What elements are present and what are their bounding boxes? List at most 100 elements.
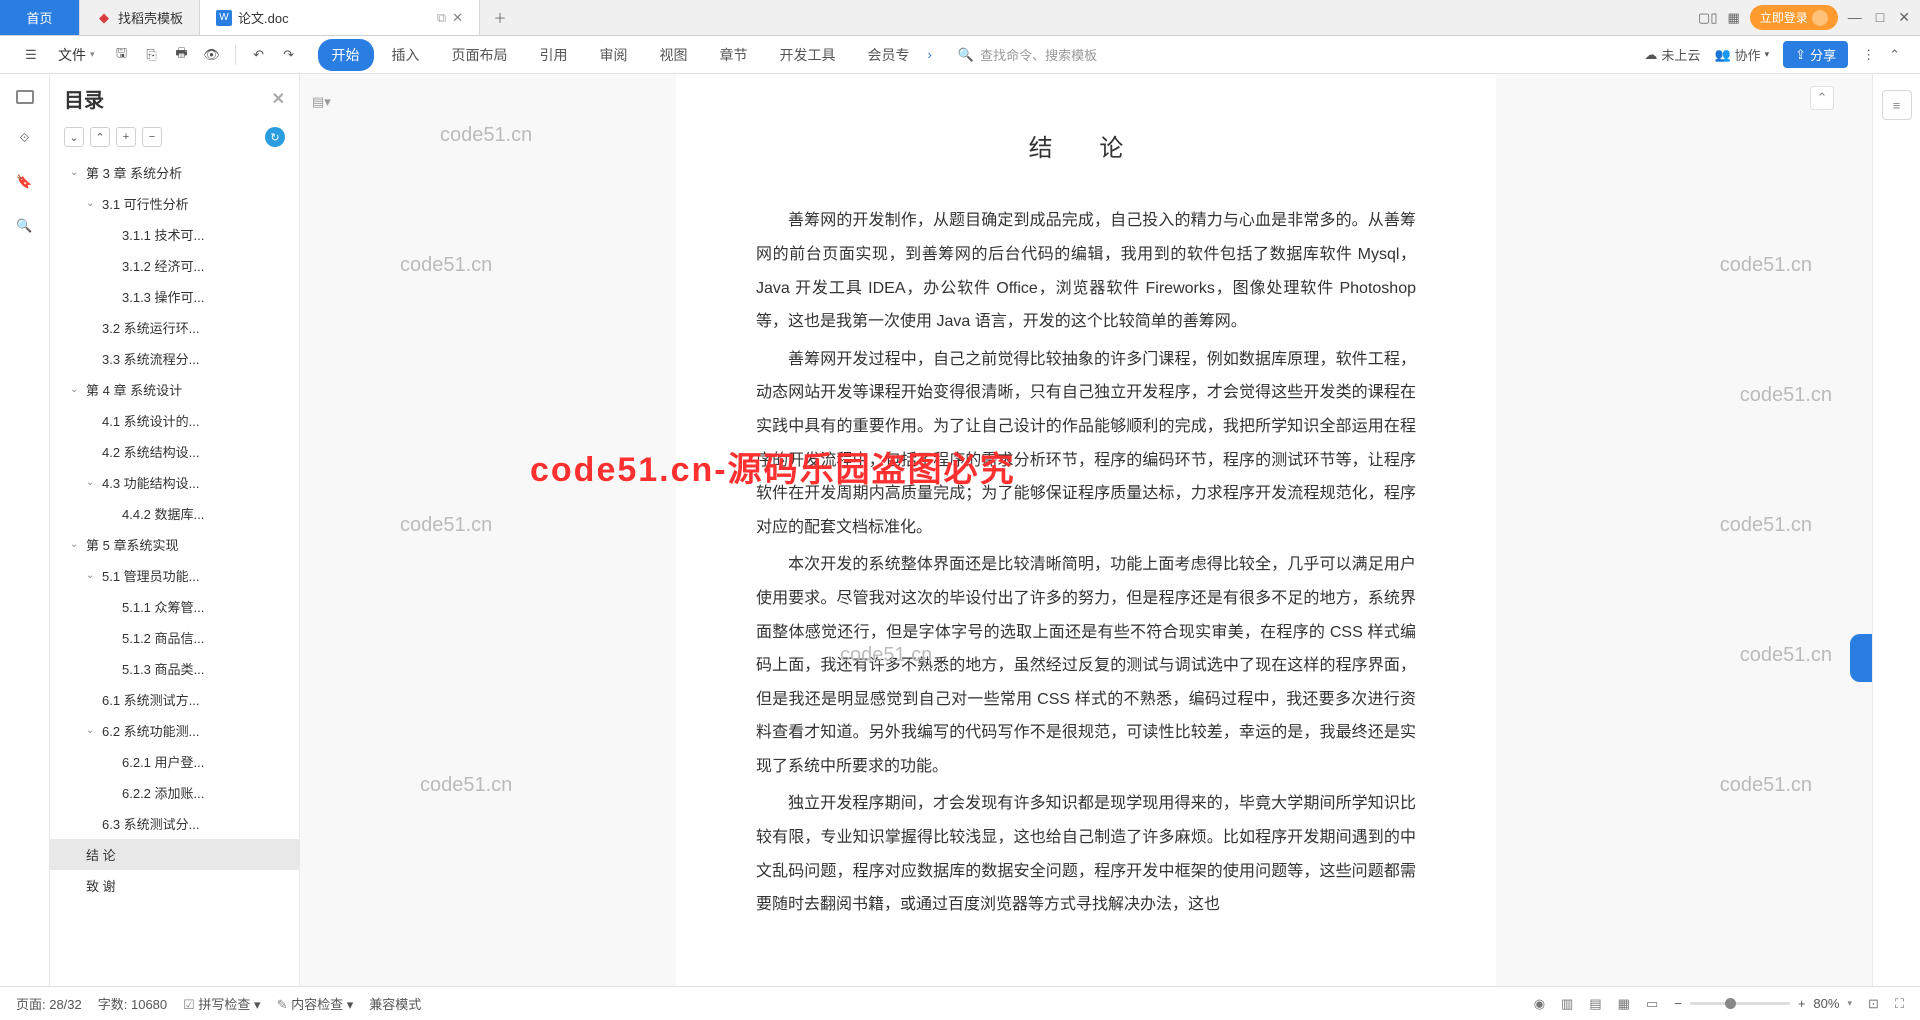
preview-icon[interactable]: 👁 <box>201 44 223 66</box>
toc-item[interactable]: ⌄第 4 章 系统设计 <box>50 374 299 405</box>
tab-home[interactable]: 首页 <box>0 0 80 35</box>
save-as-icon[interactable]: ⎘ <box>141 44 163 66</box>
toc-item[interactable]: 3.1.1 技术可... <box>50 219 299 250</box>
toc-item[interactable]: 4.4.2 数据库... <box>50 498 299 529</box>
toc-item[interactable]: ⌄第 3 章 系统分析 <box>50 157 299 188</box>
toc-item-label: 3.3 系统流程分... <box>102 349 200 368</box>
ribbon-tab-insert[interactable]: 插入 <box>378 39 434 71</box>
navigate-icon[interactable]: ⟐ <box>15 128 35 148</box>
toc-item[interactable]: 6.2.1 用户登... <box>50 746 299 777</box>
zoom-level[interactable]: 80% <box>1813 996 1839 1011</box>
redo-icon[interactable]: ↷ <box>278 44 300 66</box>
close-window-icon[interactable]: ✕ <box>1898 9 1910 26</box>
scroll-to-top-icon[interactable]: ⌃ <box>1810 86 1834 110</box>
paragraph: 善筹网开发过程中，自己之前觉得比较抽象的许多门课程，例如数据库原理，软件工程，动… <box>756 343 1416 545</box>
toc-item[interactable]: 3.1.3 操作可... <box>50 281 299 312</box>
toc-item[interactable]: 结 论 <box>50 839 299 870</box>
ribbon-tab-start[interactable]: 开始 <box>318 39 374 71</box>
view-page-icon[interactable]: ▤ <box>1589 996 1601 1012</box>
zoom-out-icon[interactable]: − <box>1674 996 1682 1011</box>
watermark: code51.cn <box>440 124 532 147</box>
collapse-ribbon-icon[interactable]: ⌃ <box>1889 47 1900 63</box>
hamburger-icon[interactable]: ☰ <box>20 44 42 66</box>
side-handle[interactable] <box>1850 634 1872 682</box>
kebab-icon[interactable]: ⋮ <box>1862 47 1875 63</box>
page-options-icon[interactable]: ▤▾ <box>312 94 331 110</box>
toc-item[interactable]: 6.2.2 添加账... <box>50 777 299 808</box>
file-menu[interactable]: 文件 ▾ <box>50 45 103 65</box>
tab-document[interactable]: W 论文.doc ⧉ ✕ <box>200 0 480 35</box>
toc-item[interactable]: 3.3 系统流程分... <box>50 343 299 374</box>
chevron-right-icon[interactable]: › <box>928 47 932 62</box>
toc-item[interactable]: 3.1.2 经济可... <box>50 250 299 281</box>
ribbon-tab-review[interactable]: 审阅 <box>586 39 642 71</box>
toc-item[interactable]: 5.1.1 众筹管... <box>50 591 299 622</box>
tab-template-store[interactable]: ◆ 找稻壳模板 <box>80 0 200 35</box>
compat-mode[interactable]: 兼容模式 <box>369 994 421 1013</box>
ribbon-tab-devtools[interactable]: 开发工具 <box>766 39 850 71</box>
ribbon-tab-member[interactable]: 会员专 <box>854 39 924 71</box>
toc-item[interactable]: ⌄5.1 管理员功能... <box>50 560 299 591</box>
zoom-control[interactable]: − + 80% ▾ <box>1674 996 1852 1011</box>
close-toc-icon[interactable]: ✕ <box>272 89 285 109</box>
collab-button[interactable]: 👥 协作 ▾ <box>1714 45 1769 64</box>
ribbon-tab-layout[interactable]: 页面布局 <box>438 39 522 71</box>
eye-icon[interactable]: ◉ <box>1534 996 1545 1012</box>
toc-item-label: 4.4.2 数据库... <box>122 504 204 523</box>
content-check[interactable]: ✎ 内容检查 ▾ <box>277 994 354 1013</box>
fit-icon[interactable]: ⊡ <box>1868 996 1879 1012</box>
toc-item[interactable]: ⌄4.3 功能结构设... <box>50 467 299 498</box>
view-web-icon[interactable]: ▥ <box>1561 996 1573 1012</box>
undo-icon[interactable]: ↶ <box>248 44 270 66</box>
toc-item[interactable]: ⌄6.2 系统功能测... <box>50 715 299 746</box>
find-icon[interactable]: 🔍 <box>15 216 35 236</box>
document-canvas[interactable]: ▤▾ 结 论 善筹网的开发制作，从题目确定到成品完成，自己投入的精力与心血是非常… <box>300 74 1872 986</box>
command-search[interactable]: 🔍 查找命令、搜索模板 <box>958 45 1097 64</box>
toc-add[interactable]: + <box>116 127 136 147</box>
toc-item[interactable]: ⌄第 5 章系统实现 <box>50 529 299 560</box>
close-tab-icon[interactable]: ✕ <box>452 10 463 26</box>
ribbon-tab-view[interactable]: 视图 <box>646 39 702 71</box>
fullscreen-icon[interactable]: ⛶ <box>1895 996 1904 1012</box>
ribbon-tab-chapter[interactable]: 章节 <box>706 39 762 71</box>
toc-item[interactable]: 6.1 系统测试方... <box>50 684 299 715</box>
layout-icon[interactable]: ▢▯ <box>1698 10 1717 26</box>
toc-expand-all[interactable]: ⌄ <box>64 127 84 147</box>
toc-item[interactable]: 6.3 系统测试分... <box>50 808 299 839</box>
minimize-icon[interactable]: — <box>1848 9 1862 26</box>
bookmark-icon[interactable]: 🔖 <box>15 172 35 192</box>
view-outline-icon[interactable]: ▦ <box>1618 996 1630 1012</box>
window-mode-icon[interactable]: ⧉ <box>437 10 446 26</box>
word-count[interactable]: 字数: 10680 <box>98 994 167 1013</box>
maximize-icon[interactable]: □ <box>1876 9 1884 26</box>
toc-item[interactable]: 致 谢 <box>50 870 299 901</box>
chevron-down-icon: ⌄ <box>70 384 82 395</box>
print-icon[interactable]: 🖶 <box>171 44 193 66</box>
toc-item[interactable]: 5.1.3 商品类... <box>50 653 299 684</box>
properties-icon[interactable]: ≡ <box>1882 90 1912 120</box>
page-indicator[interactable]: 页面: 28/32 <box>16 994 82 1013</box>
toc-item[interactable]: 4.1 系统设计的... <box>50 405 299 436</box>
toc-collapse-all[interactable]: ⌃ <box>90 127 110 147</box>
zoom-in-icon[interactable]: + <box>1798 996 1806 1011</box>
outline-icon[interactable] <box>16 90 34 104</box>
toc-item[interactable]: 5.1.2 商品信... <box>50 622 299 653</box>
ribbon: ☰ 文件 ▾ 🖫 ⎘ 🖶 👁 ↶ ↷ 开始 插入 页面布局 引用 审阅 视图 章… <box>0 36 1920 74</box>
toc-remove[interactable]: − <box>142 127 162 147</box>
new-tab-button[interactable]: ＋ <box>480 0 520 35</box>
toc-item-label: 结 论 <box>86 845 116 864</box>
cloud-status[interactable]: ☁ 未上云 <box>1644 45 1700 64</box>
save-icon[interactable]: 🖫 <box>111 44 133 66</box>
toc-item[interactable]: 4.2 系统结构设... <box>50 436 299 467</box>
view-read-icon[interactable]: ▭ <box>1646 996 1658 1012</box>
toc-item[interactable]: 3.2 系统运行环... <box>50 312 299 343</box>
login-button[interactable]: 立即登录 <box>1750 5 1838 30</box>
ribbon-tab-reference[interactable]: 引用 <box>526 39 582 71</box>
spellcheck-toggle[interactable]: ☑ 拼写检查 ▾ <box>183 994 260 1013</box>
toc-item-label: 4.1 系统设计的... <box>102 411 200 430</box>
toc-sync-icon[interactable]: ↻ <box>265 127 285 147</box>
toc-item[interactable]: ⌄3.1 可行性分析 <box>50 188 299 219</box>
apps-icon[interactable]: ▦ <box>1727 10 1739 26</box>
chevron-down-icon: ⌄ <box>86 570 98 581</box>
share-button[interactable]: ⇪ 分享 <box>1783 41 1848 68</box>
